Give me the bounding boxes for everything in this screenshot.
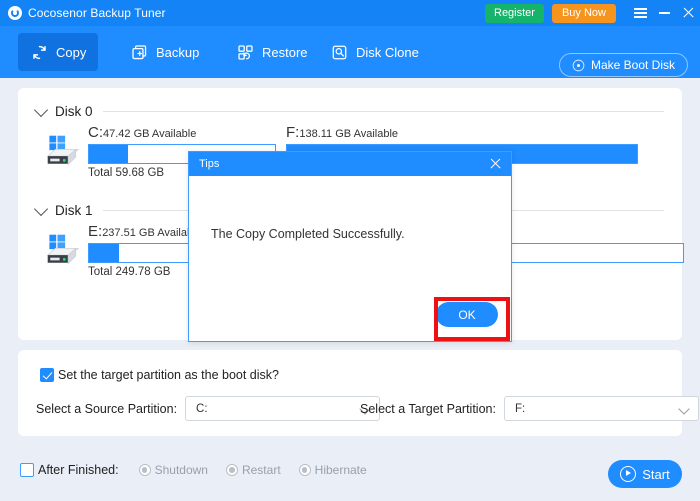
radio-icon — [298, 464, 311, 476]
minimize-button[interactable] — [652, 0, 676, 26]
windows-hard-disk-icon — [46, 234, 80, 265]
partition-label: F:138.11 GB Available — [286, 124, 638, 141]
close-icon — [682, 7, 694, 19]
partition-usage-fill — [89, 244, 119, 262]
partition-available: 237.51 GB Available — [102, 227, 202, 239]
boot-disk-checkbox-label: Set the target partition as the boot dis… — [58, 368, 279, 382]
application-window: Cocosenor Backup Tuner Register Buy Now — [0, 0, 700, 501]
toolbar-item-backup[interactable]: Backup — [118, 33, 211, 71]
minimize-icon — [658, 12, 670, 14]
window-title: Cocosenor Backup Tuner — [28, 6, 166, 20]
toolbar-item-copy[interactable]: Copy — [18, 33, 99, 71]
after-finished-group: After Finished: Shutdown Restart Hiberna… — [20, 463, 381, 477]
title-bar: Cocosenor Backup Tuner Register Buy Now — [0, 0, 700, 26]
radio-icon — [138, 464, 151, 476]
options-card: Set the target partition as the boot dis… — [18, 350, 699, 436]
make-boot-disk-label: Make Boot Disk — [590, 58, 675, 72]
footer-bar: After Finished: Shutdown Restart Hiberna… — [0, 446, 700, 501]
chevron-down-icon[interactable] — [33, 102, 49, 118]
partition-letter: E: — [88, 223, 103, 240]
disk-name: Disk 1 — [55, 203, 93, 218]
partition-usage-fill — [89, 145, 129, 163]
radio-shutdown[interactable]: Shutdown — [135, 463, 208, 477]
close-button[interactable] — [676, 0, 700, 26]
radio-hibernate[interactable]: Hibernate — [295, 463, 367, 477]
toolbar-item-label: Copy — [56, 44, 87, 60]
title-bar-actions: Register Buy Now — [485, 0, 700, 26]
app-logo-icon — [8, 6, 22, 20]
target-partition-value: F: — [514, 402, 526, 415]
chevron-down-icon — [678, 403, 690, 415]
radio-label: Restart — [241, 463, 281, 477]
target-partition-label: Select a Target Partition: — [360, 401, 496, 416]
divider — [102, 111, 664, 112]
disk-name: Disk 0 — [55, 104, 93, 119]
partition-label: C:47.42 GB Available — [88, 124, 276, 141]
main-toolbar: Copy Backup Restore Disk Clone Make Boot… — [0, 26, 700, 78]
toolbar-item-restore[interactable]: Restore — [224, 33, 320, 71]
radio-restart[interactable]: Restart — [222, 463, 281, 477]
play-circle-icon — [620, 466, 637, 482]
disk-header-0[interactable]: Disk 0 — [33, 102, 664, 119]
radio-icon — [225, 464, 238, 476]
after-finished-label: After Finished: — [38, 463, 119, 477]
copy-refresh-icon — [33, 45, 46, 59]
source-partition-select[interactable]: C: — [185, 396, 381, 421]
start-button[interactable]: Start — [608, 460, 682, 488]
chevron-down-icon[interactable] — [33, 201, 49, 217]
partition-available: 138.11 GB Available — [299, 128, 399, 140]
dialog-title-bar: Tips — [189, 152, 511, 176]
source-partition-value: C: — [196, 402, 208, 415]
target-partition-select[interactable]: F: — [503, 396, 699, 421]
hamburger-icon — [633, 8, 647, 18]
restore-grid-icon — [238, 44, 253, 60]
make-boot-disk-button[interactable]: Make Boot Disk — [558, 53, 688, 77]
boot-disk-option-row[interactable]: Set the target partition as the boot dis… — [36, 368, 279, 382]
source-partition-label: Select a Source Partition: — [36, 401, 178, 416]
partition-available: 47.42 GB Available — [103, 128, 197, 140]
boot-disk-checkbox[interactable] — [40, 368, 54, 382]
target-partition-row: Select a Target Partition: F: — [360, 396, 699, 421]
partition-letter: F: — [286, 124, 300, 141]
start-button-label: Start — [642, 466, 670, 482]
windows-hard-disk-icon — [46, 135, 80, 166]
after-finished-checkbox[interactable] — [20, 463, 34, 477]
highlight-annotation — [434, 297, 510, 341]
dialog-message: The Copy Completed Successfully. — [211, 227, 405, 241]
toolbar-item-label: Disk Clone — [356, 44, 419, 60]
register-button[interactable]: Register — [485, 3, 544, 23]
dialog-title: Tips — [199, 158, 220, 170]
radio-label: Hibernate — [314, 463, 367, 477]
boot-disk-icon — [572, 59, 585, 71]
buy-now-button[interactable]: Buy Now — [551, 3, 616, 23]
partition-letter: C: — [88, 124, 103, 141]
menu-button[interactable] — [628, 0, 652, 26]
disk-clone-icon — [332, 45, 347, 59]
backup-plus-icon — [132, 44, 147, 59]
toolbar-item-label: Backup — [156, 44, 200, 60]
toolbar-item-disk-clone[interactable]: Disk Clone — [318, 33, 431, 71]
radio-label: Shutdown — [154, 463, 208, 477]
dialog-close-button[interactable] — [489, 158, 501, 170]
source-partition-row: Select a Source Partition: C: — [36, 396, 381, 421]
toolbar-item-label: Restore — [262, 44, 308, 60]
